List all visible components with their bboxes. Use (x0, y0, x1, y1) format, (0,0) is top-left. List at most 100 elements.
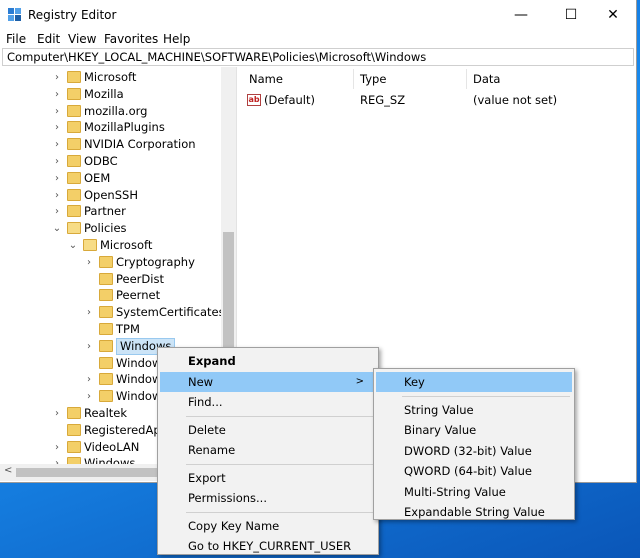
menu-item-string-value[interactable]: String Value (376, 400, 572, 420)
menu-favorites[interactable]: Favorites (104, 32, 158, 46)
menu-item-find[interactable]: Find... (160, 392, 376, 412)
folder-icon (67, 171, 81, 184)
window-title: Registry Editor (28, 8, 117, 22)
menu-item-multi-string-value[interactable]: Multi-String Value (376, 482, 572, 502)
registry-editor-icon (8, 8, 21, 21)
scroll-left-icon[interactable]: < (4, 465, 12, 476)
address-bar[interactable]: Computer\HKEY_LOCAL_MACHINE\SOFTWARE\Pol… (2, 48, 634, 66)
tree-item-nvidia-corporation[interactable]: › NVIDIA Corporation (0, 136, 236, 153)
tree-item-oem[interactable]: › OEM (0, 170, 236, 187)
tree-item-systemcertificates[interactable]: › SystemCertificates (0, 304, 236, 321)
close-button[interactable]: ✕ (590, 0, 636, 30)
chevron-right-icon[interactable]: › (52, 439, 62, 456)
submenu-arrow-icon: > (355, 375, 364, 387)
menu-item-copy-key-name[interactable]: Copy Key Name (160, 516, 376, 536)
tree-item-policies[interactable]: ⌄ Policies (0, 220, 236, 237)
menu-item-key[interactable]: Key (376, 372, 572, 392)
title-bar[interactable]: Registry Editor — ☐ ✕ (0, 0, 636, 30)
menu-item-delete[interactable]: Delete (160, 420, 376, 440)
menu-item-new[interactable]: New > (160, 371, 376, 392)
folder-icon (67, 222, 81, 235)
folder-icon (67, 121, 81, 134)
chevron-right-icon[interactable]: › (52, 103, 62, 120)
tree-item-peernet[interactable]: Peernet (0, 287, 236, 304)
tree-item-label: Partner (84, 204, 126, 219)
tree-item-mozilla-org[interactable]: › mozilla.org (0, 103, 236, 120)
tree-item-label: Peernet (116, 288, 161, 303)
column-divider[interactable] (353, 69, 354, 89)
tree-item-openssh[interactable]: › OpenSSH (0, 187, 236, 204)
chevron-right-icon[interactable]: › (52, 119, 62, 136)
chevron-right-icon[interactable]: › (52, 69, 62, 86)
chevron-down-icon[interactable]: ⌄ (52, 220, 62, 237)
folder-icon (99, 289, 113, 302)
column-header-name[interactable]: Name (249, 72, 283, 86)
menu-help[interactable]: Help (163, 32, 190, 46)
folder-icon (83, 239, 97, 251)
chevron-right-icon[interactable]: › (52, 170, 62, 187)
column-divider[interactable] (466, 69, 467, 89)
folder-icon (67, 155, 81, 167)
tree-vertical-scroll-thumb[interactable] (223, 232, 234, 357)
menu-item-label: Export (188, 470, 226, 485)
tree-horizontal-scroll-thumb[interactable] (16, 468, 166, 477)
chevron-right-icon[interactable]: › (84, 338, 94, 355)
chevron-right-icon[interactable]: › (84, 304, 94, 321)
chevron-right-icon[interactable]: › (84, 371, 94, 388)
menu-item-expandable-string-value[interactable]: Expandable String Value (376, 502, 572, 522)
folder-icon (67, 440, 81, 453)
menu-item-label: Find... (188, 395, 223, 409)
tree-item-label: PeerDist (116, 271, 164, 286)
maximize-button[interactable]: ☐ (548, 0, 594, 30)
chevron-right-icon[interactable]: › (52, 203, 62, 220)
tree-item-mozilla[interactable]: › Mozilla (0, 86, 236, 103)
chevron-right-icon[interactable]: › (52, 187, 62, 204)
minimize-button[interactable]: — (498, 0, 544, 30)
menu-item-label: Permissions... (188, 491, 267, 505)
tree-item-label: Microsoft (100, 238, 153, 252)
menu-item-label: New (188, 374, 214, 389)
folder-icon (99, 339, 113, 352)
folder-icon (67, 71, 81, 83)
tree-item-odbc[interactable]: › ODBC (0, 153, 236, 170)
folder-icon (99, 255, 113, 268)
tree-item-label: OEM (84, 170, 111, 185)
tree-item-peerdist[interactable]: PeerDist (0, 271, 236, 288)
chevron-down-icon[interactable]: ⌄ (68, 237, 78, 254)
chevron-right-icon[interactable]: › (52, 153, 62, 170)
menu-item-qword-64-bit-value[interactable]: QWORD (64-bit) Value (376, 461, 572, 481)
tree-item-tpm[interactable]: TPM (0, 321, 236, 338)
menu-item-rename[interactable]: Rename (160, 440, 376, 460)
menu-item-go-to-hkey-current-user[interactable]: Go to HKEY_CURRENT_USER (160, 536, 376, 556)
folder-icon (99, 373, 113, 386)
chevron-right-icon[interactable]: › (84, 254, 94, 271)
tree-item-mozillaplugins[interactable]: › MozillaPlugins (0, 119, 236, 136)
menu-item-binary-value[interactable]: Binary Value (376, 420, 572, 440)
menu-view[interactable]: View (68, 32, 96, 46)
menu-item-export[interactable]: Export (160, 468, 376, 488)
tree-item-label: Mozilla (84, 86, 124, 101)
menu-item-permissions[interactable]: Permissions... (160, 488, 376, 508)
column-header-type[interactable]: Type (360, 72, 386, 86)
tree-item-microsoft[interactable]: ⌄ Microsoft (0, 237, 236, 254)
menu-separator (186, 463, 374, 465)
tree-item-label: NVIDIA Corporation (84, 137, 196, 152)
context-menu: Expand New > Find... Delete Rename Export Permi… (157, 347, 379, 555)
chevron-right-icon[interactable]: › (52, 455, 62, 464)
tree-item-partner[interactable]: › Partner (0, 203, 236, 220)
column-header-data[interactable]: Data (473, 72, 500, 86)
menu-item-label: QWORD (64-bit) Value (404, 464, 532, 478)
tree-item-microsoft[interactable]: › Microsoft (0, 69, 236, 86)
menu-item-expand[interactable]: Expand (160, 351, 376, 371)
tree-item-cryptography[interactable]: › Cryptography (0, 254, 236, 271)
chevron-right-icon[interactable]: › (52, 405, 62, 422)
chevron-right-icon[interactable]: › (52, 86, 62, 103)
chevron-right-icon[interactable]: › (52, 136, 62, 153)
string-value-icon: ab (247, 94, 261, 106)
chevron-right-icon[interactable]: › (84, 388, 94, 405)
menu-edit[interactable]: Edit (37, 32, 60, 46)
new-submenu: Key String Value Binary Value DWORD (32-bit… (373, 368, 575, 520)
menu-item-dword-32-bit-value[interactable]: DWORD (32-bit) Value (376, 441, 572, 461)
tree-item-label: Cryptography (116, 254, 195, 269)
menu-file[interactable]: File (6, 32, 26, 46)
